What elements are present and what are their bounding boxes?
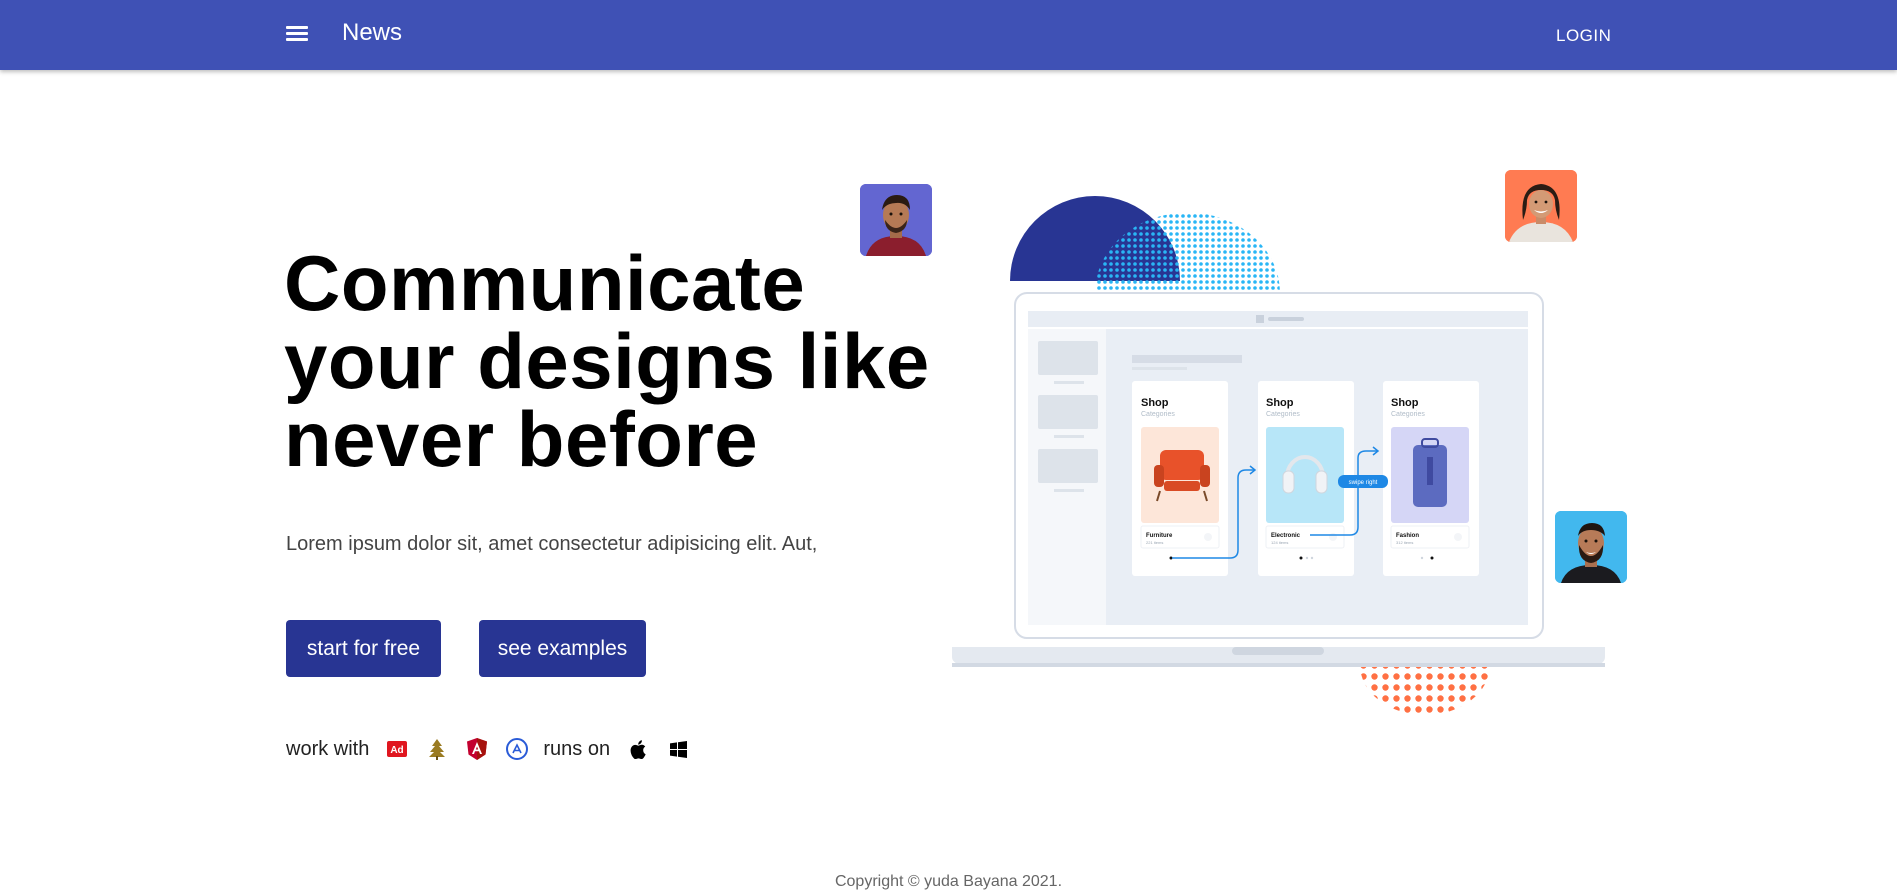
runs-on-label: runs on [543, 737, 611, 760]
orange-dot-pattern [1360, 665, 1490, 715]
integrations-row: work with Ad runs on [286, 734, 690, 764]
swipe-label: swipe right [1349, 480, 1378, 486]
work-with-label: work with [286, 737, 370, 760]
apple-icon [626, 737, 650, 761]
screen-2-subtitle: Categories [1266, 411, 1300, 418]
screen-1-title: Shop [1141, 397, 1169, 409]
app-bar: News LOGIN [0, 0, 1897, 70]
screen-1-product: Furniture [1146, 533, 1173, 539]
start-for-free-button[interactable]: start for free [286, 620, 441, 677]
adobe-icon: Ad [385, 737, 409, 761]
screen-2-product-sub: 124 items [1271, 540, 1288, 545]
app-title: News [342, 19, 403, 46]
headline-line-2: your designs like [284, 317, 930, 405]
hero-illustration: Shop Categories Furniture 221 items Shop… [940, 165, 1640, 735]
hero-headline: Communicate your designs like never befo… [284, 244, 964, 478]
adobe-badge-text: Ad [391, 745, 404, 756]
laptop-illustration: Shop Categories Furniture 221 items Shop… [952, 196, 1605, 715]
login-button[interactable]: LOGIN [1548, 22, 1619, 50]
screen-3-subtitle: Categories [1391, 411, 1425, 418]
screen-3-product-sub: 312 items [1396, 540, 1413, 545]
angular-icon [465, 737, 489, 761]
footer-copyright: Copyright © yuda Bayana 2021. [834, 873, 1063, 890]
avatar-top-right [1505, 170, 1577, 242]
hero-lead: Lorem ipsum dolor sit, amet consectetur … [286, 533, 818, 555]
tree-icon [425, 737, 449, 761]
screen-1-subtitle: Categories [1141, 411, 1175, 418]
avatar-top-left [860, 184, 932, 256]
screen-1-product-sub: 221 items [1146, 540, 1163, 545]
avatar-right [1555, 511, 1627, 583]
screen-3-title: Shop [1391, 397, 1419, 409]
screen-2-product: Electronic [1271, 533, 1301, 539]
headline-line-1: Communicate [284, 239, 806, 327]
headline-line-3: never before [284, 395, 759, 483]
see-examples-button[interactable]: see examples [479, 620, 646, 677]
windows-icon [666, 737, 690, 761]
menu-icon[interactable] [282, 22, 312, 48]
appstore-icon [505, 737, 529, 761]
screen-2-title: Shop [1266, 397, 1294, 409]
screen-3-product: Fashion [1396, 533, 1419, 539]
